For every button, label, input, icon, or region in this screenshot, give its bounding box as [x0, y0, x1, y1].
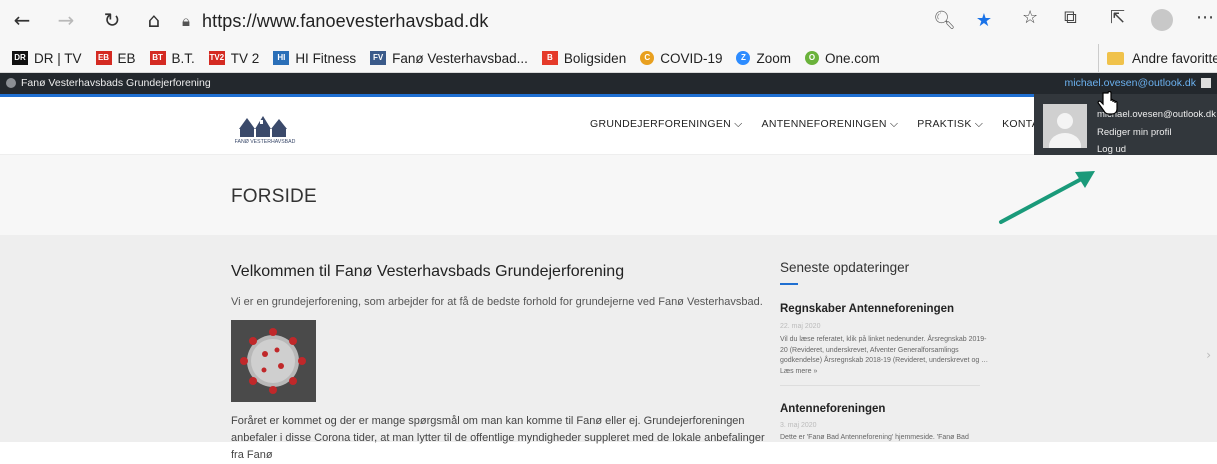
- bookmark-label: HI Fitness: [295, 50, 357, 66]
- user-avatar: [1043, 104, 1087, 148]
- annotation-arrow-icon: [999, 171, 1095, 224]
- bookmark-icon: B: [541, 51, 558, 65]
- forward-icon[interactable]: →: [52, 7, 80, 33]
- admin-user-link[interactable]: michael.ovesen@outlook.dk: [1065, 77, 1211, 89]
- bookmark-item[interactable]: O One.com: [805, 51, 880, 66]
- admin-user-name: michael.ovesen@outlook.dk: [1064, 77, 1196, 89]
- bookmark-label: DR | TV: [34, 50, 82, 66]
- wp-admin-bar: Fanø Vesterhavsbads Grundejerforening mi…: [0, 73, 1217, 94]
- welcome-heading: Velkommen til Fanø Vesterhavsbads Grunde…: [231, 263, 625, 280]
- menu-item[interactable]: ANTENNEFORENINGEN ⌵: [762, 118, 899, 131]
- bookmark-label: COVID-19: [660, 50, 723, 66]
- bookmark-icon: C: [640, 51, 655, 65]
- admin-avatar-small: [1201, 78, 1211, 88]
- bookmark-item[interactable]: FV Fanø Vesterhavsbad...: [370, 51, 528, 66]
- bookmark-item[interactable]: DR DR | TV: [12, 51, 82, 66]
- logout-link[interactable]: Log ud: [1097, 144, 1126, 155]
- bookmark-icon: O: [805, 51, 819, 65]
- bookmarks-bar: DR DR | TV EB EB BT B.T. TV2 TV 2 HI HI Fitness FV…: [0, 44, 1217, 72]
- lock-icon: 🔒︎: [182, 12, 190, 30]
- bookmark-item[interactable]: BT B.T.: [149, 50, 195, 66]
- browser-toolbar: ← → ↻ ⌂ 🔒︎ https://www.fanoevesterhavsba…: [0, 0, 1217, 73]
- bookmark-item[interactable]: EB EB: [95, 50, 136, 66]
- post-date-1: 22. maj 2020: [780, 323, 821, 330]
- other-favorites-folder[interactable]: Andre favoritter: [1098, 44, 1217, 72]
- zoom-icon[interactable]: 🔍︎: [933, 10, 956, 31]
- post-excerpt-1: Vil du læse referatet, klik på linket ne…: [780, 336, 989, 375]
- bookmark-icon: DR: [12, 51, 28, 65]
- url-text[interactable]: https://www.fanoevesterhavsbad.dk: [202, 11, 488, 32]
- bookmark-label: Zoom: [756, 50, 791, 66]
- address-bar[interactable]: 🔒︎ https://www.fanoevesterhavsbad.dk 🔍︎ …: [182, 7, 1000, 35]
- share-icon[interactable]: ⇱: [1110, 7, 1125, 28]
- bookmark-icon: EB: [95, 51, 112, 65]
- logo-text: FANØ VESTERHAVSBAD: [235, 139, 296, 145]
- bookmark-label: Boligsiden: [563, 50, 627, 66]
- bookmark-label: TV 2: [230, 50, 260, 66]
- menu-item[interactable]: GRUNDEJERFORENINGEN ⌵: [590, 118, 743, 131]
- bookmark-item[interactable]: TV2 TV 2: [208, 50, 260, 66]
- sidebar-title-underline: [780, 283, 798, 285]
- other-favorites-label: Andre favoritter: [1132, 50, 1217, 66]
- back-icon[interactable]: ←: [8, 7, 36, 33]
- bookmark-icon: TV2: [208, 51, 225, 65]
- home-icon[interactable]: ⌂: [140, 7, 168, 33]
- dashboard-icon: [6, 78, 16, 88]
- bookmark-label: EB: [117, 50, 136, 66]
- favorites-list-icon[interactable]: ☆: [1022, 7, 1038, 28]
- intro-text: Vi er en grundejerforening, som arbejder…: [231, 296, 763, 308]
- bookmark-label: One.com: [825, 50, 880, 66]
- user-dropdown: michael.ovesen@outlook.dk Rediger min pr…: [1034, 94, 1217, 164]
- folder-icon: [1107, 51, 1124, 65]
- main-content: Velkommen til Fanø Vesterhavsbads Grunde…: [0, 235, 1217, 461]
- post-title-1[interactable]: Regnskaber Antenneforeningen: [780, 303, 954, 315]
- bookmark-item[interactable]: Z Zoom: [736, 51, 791, 66]
- edit-profile-link[interactable]: Rediger min profil: [1097, 127, 1171, 138]
- post-divider: [780, 385, 980, 386]
- bookmark-icon: Z: [736, 51, 751, 65]
- more-menu-icon[interactable]: ⋯: [1196, 7, 1214, 28]
- bookmark-label: Fanø Vesterhavsbad...: [392, 50, 528, 66]
- bookmark-item[interactable]: C COVID-19: [640, 51, 722, 66]
- sidebar-title: Seneste opdateringer: [780, 260, 910, 275]
- coronavirus-image: [231, 320, 316, 402]
- bookmark-icon: HI: [273, 51, 290, 65]
- corona-paragraph: Foråret er kommet og der er mange spørgs…: [231, 415, 765, 461]
- page-title: FORSIDE: [231, 186, 317, 207]
- bookmark-icon: BT: [149, 51, 166, 65]
- favorite-star-icon[interactable]: ★: [976, 10, 992, 31]
- collections-icon[interactable]: ⧉: [1064, 7, 1077, 28]
- post-title-2[interactable]: Antenneforeningen: [780, 403, 885, 415]
- bookmark-label: B.T.: [171, 50, 195, 66]
- site-logo[interactable]: FANØ VESTERHAVSBAD: [225, 107, 305, 147]
- admin-site-name: Fanø Vesterhavsbads Grundejerforening: [21, 77, 211, 89]
- bookmark-item[interactable]: HI HI Fitness: [273, 51, 356, 66]
- bookmark-item[interactable]: B Boligsiden: [541, 50, 627, 66]
- bookmark-icon: FV: [370, 51, 387, 65]
- admin-site-link[interactable]: Fanø Vesterhavsbads Grundejerforening: [6, 77, 211, 89]
- menu-item[interactable]: PRAKTISK ⌵: [917, 118, 983, 131]
- post-date-2: 3. maj 2020: [780, 422, 817, 429]
- profile-avatar[interactable]: [1151, 9, 1173, 31]
- refresh-icon[interactable]: ↻: [98, 7, 126, 33]
- chevron-right-icon[interactable]: ›: [1206, 348, 1211, 362]
- hand-cursor-icon: [1097, 91, 1118, 115]
